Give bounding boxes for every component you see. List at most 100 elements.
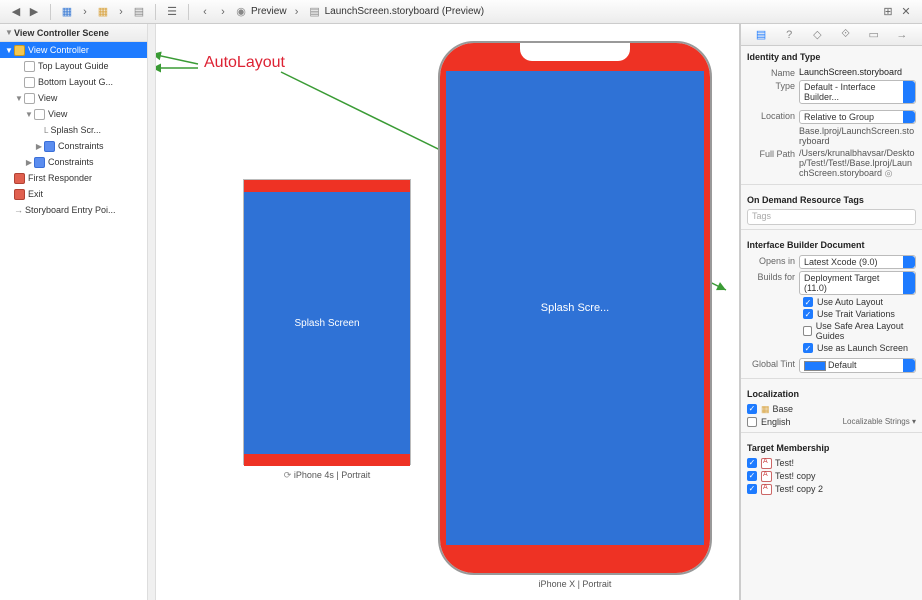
color-swatch	[804, 361, 826, 371]
layoutguide-icon	[24, 77, 35, 88]
loc-english-type[interactable]: Localizable Strings ▾	[843, 417, 916, 426]
app-icon	[761, 484, 772, 495]
checkbox-launch-screen[interactable]: ✓	[803, 343, 813, 353]
viewcontroller-icon	[14, 45, 25, 56]
add-assistant-icon[interactable]: ⊞	[880, 4, 896, 20]
value-name[interactable]: LaunchScreen.storyboard	[799, 67, 916, 77]
label-icon: L	[44, 126, 48, 135]
rotate-icon[interactable]: ⟳	[284, 470, 292, 480]
nav-fwd2-icon[interactable]: ›	[215, 4, 231, 20]
outline-header: ▼ View Controller Scene	[0, 24, 147, 42]
section-localization: Localization	[741, 383, 922, 403]
section-identity: Identity and Type	[741, 46, 922, 66]
chevron-updown-icon: ▾	[909, 113, 913, 121]
nav-fwd-icon[interactable]: ▶	[26, 4, 42, 20]
checkbox-safe-area[interactable]	[803, 326, 812, 336]
folder-icon[interactable]: ▦	[59, 4, 75, 20]
opt-launch: Use as Launch Screen	[817, 343, 908, 353]
opens-in-select[interactable]: Latest Xcode (9.0)▾	[799, 255, 916, 269]
checkbox-target-1[interactable]: ✓	[747, 458, 757, 468]
section-ibdoc: Interface Builder Document	[741, 234, 922, 254]
device-preview-iphonex[interactable]: Splash Scre... iPhone X | Portrait	[440, 43, 710, 573]
target-1: Test!	[775, 458, 794, 468]
global-tint-select[interactable]: Default▾	[799, 358, 916, 373]
loc-english: English	[761, 417, 791, 427]
identity-tab-icon[interactable]: ◇	[810, 28, 824, 42]
layoutguide-icon	[24, 61, 35, 72]
exit-icon	[14, 189, 25, 200]
disclosure-triangle-icon[interactable]: ▼	[14, 94, 24, 103]
preview-icon: ◉	[233, 4, 249, 20]
chevron-right-icon: ›	[289, 4, 305, 20]
chevron-updown-icon: ▾	[909, 258, 913, 266]
builds-for-select[interactable]: Deployment Target (11.0)▾	[799, 271, 916, 295]
target-3: Test! copy 2	[775, 484, 823, 494]
device-preview-iphone4s[interactable]: Splash Screen ⟳ iPhone 4s | Portrait	[243, 179, 411, 465]
constraints-icon	[34, 157, 45, 168]
node-exit[interactable]: ▶ Exit	[0, 186, 147, 202]
document-outline: ▼ View Controller Scene ▼ View Controlle…	[0, 24, 148, 600]
file-inspector-tab-icon[interactable]: ▤	[754, 28, 768, 42]
crumb-file[interactable]: LaunchScreen.storyboard (Preview)	[325, 6, 485, 17]
notch	[520, 43, 630, 61]
reveal-icon[interactable]: ◎	[885, 168, 893, 178]
node-top-layout-guide[interactable]: Top Layout Guide	[0, 58, 147, 74]
close-assistant-icon[interactable]: ✕	[898, 4, 914, 20]
connections-tab-icon[interactable]: →	[895, 28, 909, 42]
disclosure-triangle-icon[interactable]: ▶	[34, 142, 44, 151]
checkbox-target-2[interactable]: ✓	[747, 471, 757, 481]
type-select[interactable]: Default - Interface Builder...▾	[799, 80, 916, 104]
node-constraints-inner[interactable]: ▶ Constraints	[0, 138, 147, 154]
node-first-responder[interactable]: ▶ First Responder	[0, 170, 147, 186]
loc-base: Base	[773, 404, 794, 414]
disclosure-triangle-icon[interactable]: ▼	[24, 110, 34, 119]
crumb-preview[interactable]: Preview	[251, 6, 287, 17]
quick-help-tab-icon[interactable]: ?	[782, 28, 796, 42]
constraints-icon	[44, 141, 55, 152]
file-icon[interactable]: ▤	[131, 4, 147, 20]
outline-toggle-icon[interactable]: ☰	[164, 4, 180, 20]
chevron-updown-icon: ▾	[909, 279, 913, 287]
file-inspector: ▤ ? ◇ ⟐ ▭ → Identity and Type NameLaunch…	[740, 24, 922, 600]
app-icon	[761, 471, 772, 482]
nav-back2-icon[interactable]: ‹	[197, 4, 213, 20]
chevron-right-icon: ›	[113, 4, 129, 20]
label-opens-in: Opens in	[747, 255, 799, 266]
chevron-updown-icon: ▾	[909, 361, 913, 369]
node-view-outer[interactable]: ▼ View	[0, 90, 147, 106]
bottom-bar	[244, 454, 410, 466]
disclosure-triangle-icon[interactable]: ▼	[4, 46, 14, 55]
checkbox-loc-english[interactable]	[747, 417, 757, 427]
size-tab-icon[interactable]: ▭	[867, 28, 881, 42]
inspector-tabs: ▤ ? ◇ ⟐ ▭ →	[741, 24, 922, 46]
attributes-tab-icon[interactable]: ⟐	[839, 28, 853, 42]
nav-back-icon[interactable]: ◀	[8, 4, 24, 20]
disclosure-triangle-icon[interactable]: ▶	[24, 158, 34, 167]
checkbox-loc-base[interactable]: ✓	[747, 404, 757, 414]
folder2-icon[interactable]: ▦	[95, 4, 111, 20]
top-bar	[244, 180, 410, 192]
checkbox-trait-variations[interactable]: ✓	[803, 309, 813, 319]
location-select[interactable]: Relative to Group▾	[799, 110, 916, 124]
preview-canvas[interactable]: AutoLayout Splash Screen ⟳ iPhone 4s | P…	[156, 24, 740, 600]
node-bottom-layout-guide[interactable]: Bottom Layout G...	[0, 74, 147, 90]
checkbox-target-3[interactable]: ✓	[747, 484, 757, 494]
outline-resize-handle[interactable]	[148, 24, 156, 600]
opt-autolayout: Use Auto Layout	[817, 297, 883, 307]
node-constraints-outer[interactable]: ▶ Constraints	[0, 154, 147, 170]
node-view-controller[interactable]: ▼ View Controller	[0, 42, 147, 58]
device-caption: iPhone X | Portrait	[440, 579, 710, 589]
checkbox-autolayout[interactable]: ✓	[803, 297, 813, 307]
section-tags: On Demand Resource Tags	[741, 189, 922, 209]
label-location: Location	[747, 110, 799, 121]
chevron-right-icon: ›	[77, 4, 93, 20]
label-type: Type	[747, 80, 799, 91]
label-name: Name	[747, 67, 799, 78]
node-entry-point[interactable]: ▶ → Storyboard Entry Poi...	[0, 202, 147, 218]
node-splash-label[interactable]: L Splash Scr...	[0, 122, 147, 138]
disclosure-triangle-icon[interactable]: ▼	[4, 28, 14, 37]
tags-input[interactable]: Tags	[747, 209, 916, 225]
node-view-inner[interactable]: ▼ View	[0, 106, 147, 122]
opt-safearea: Use Safe Area Layout Guides	[816, 321, 916, 341]
splash-view: Splash Scre...	[446, 71, 704, 545]
